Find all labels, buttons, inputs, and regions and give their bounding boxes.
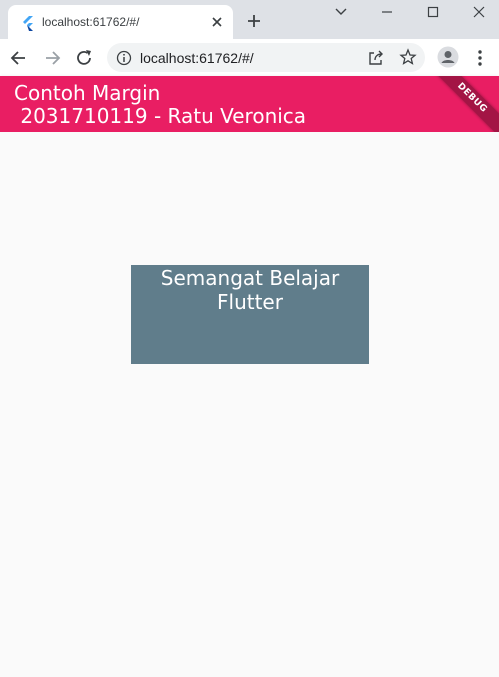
debug-banner: DEBUG <box>427 76 499 132</box>
share-icon[interactable] <box>367 49 385 67</box>
info-icon[interactable] <box>116 50 132 66</box>
minimize-icon[interactable] <box>376 2 398 22</box>
flutter-logo-icon <box>23 16 33 31</box>
chevron-down-icon[interactable] <box>330 2 352 22</box>
arrow-left-icon[interactable] <box>9 48 29 68</box>
browser-toolbar: localhost:61762/#/ <box>0 39 499 76</box>
reload-icon[interactable] <box>74 48 94 68</box>
browser-tab[interactable]: localhost:61762/#/ <box>8 5 233 39</box>
close-icon[interactable] <box>209 14 225 30</box>
maximize-icon[interactable] <box>422 2 444 22</box>
url-text[interactable]: localhost:61762/#/ <box>140 50 254 66</box>
plus-icon[interactable] <box>245 12 263 30</box>
person-icon[interactable] <box>437 46 459 68</box>
address-bar[interactable]: localhost:61762/#/ <box>107 43 425 72</box>
tab-title: localhost:61762/#/ <box>42 15 140 29</box>
window-close-icon[interactable] <box>468 2 490 22</box>
star-icon[interactable] <box>399 48 417 66</box>
tab-strip: localhost:61762/#/ <box>0 0 499 39</box>
arrow-right-icon[interactable] <box>42 48 62 68</box>
browser-window: localhost:61762/#/ localhost:61762/#/ Co… <box>0 0 499 677</box>
page-body: Semangat Belajar Flutter <box>0 132 499 677</box>
app-bar-title: Contoh Margin 2031710119 - Ratu Veronica <box>14 81 307 128</box>
container-text: Semangat Belajar Flutter <box>160 266 340 314</box>
kebab-menu-icon[interactable] <box>472 48 488 68</box>
margin-container: Semangat Belajar Flutter <box>131 265 369 364</box>
app-bar: Contoh Margin 2031710119 - Ratu Veronica… <box>0 76 499 132</box>
